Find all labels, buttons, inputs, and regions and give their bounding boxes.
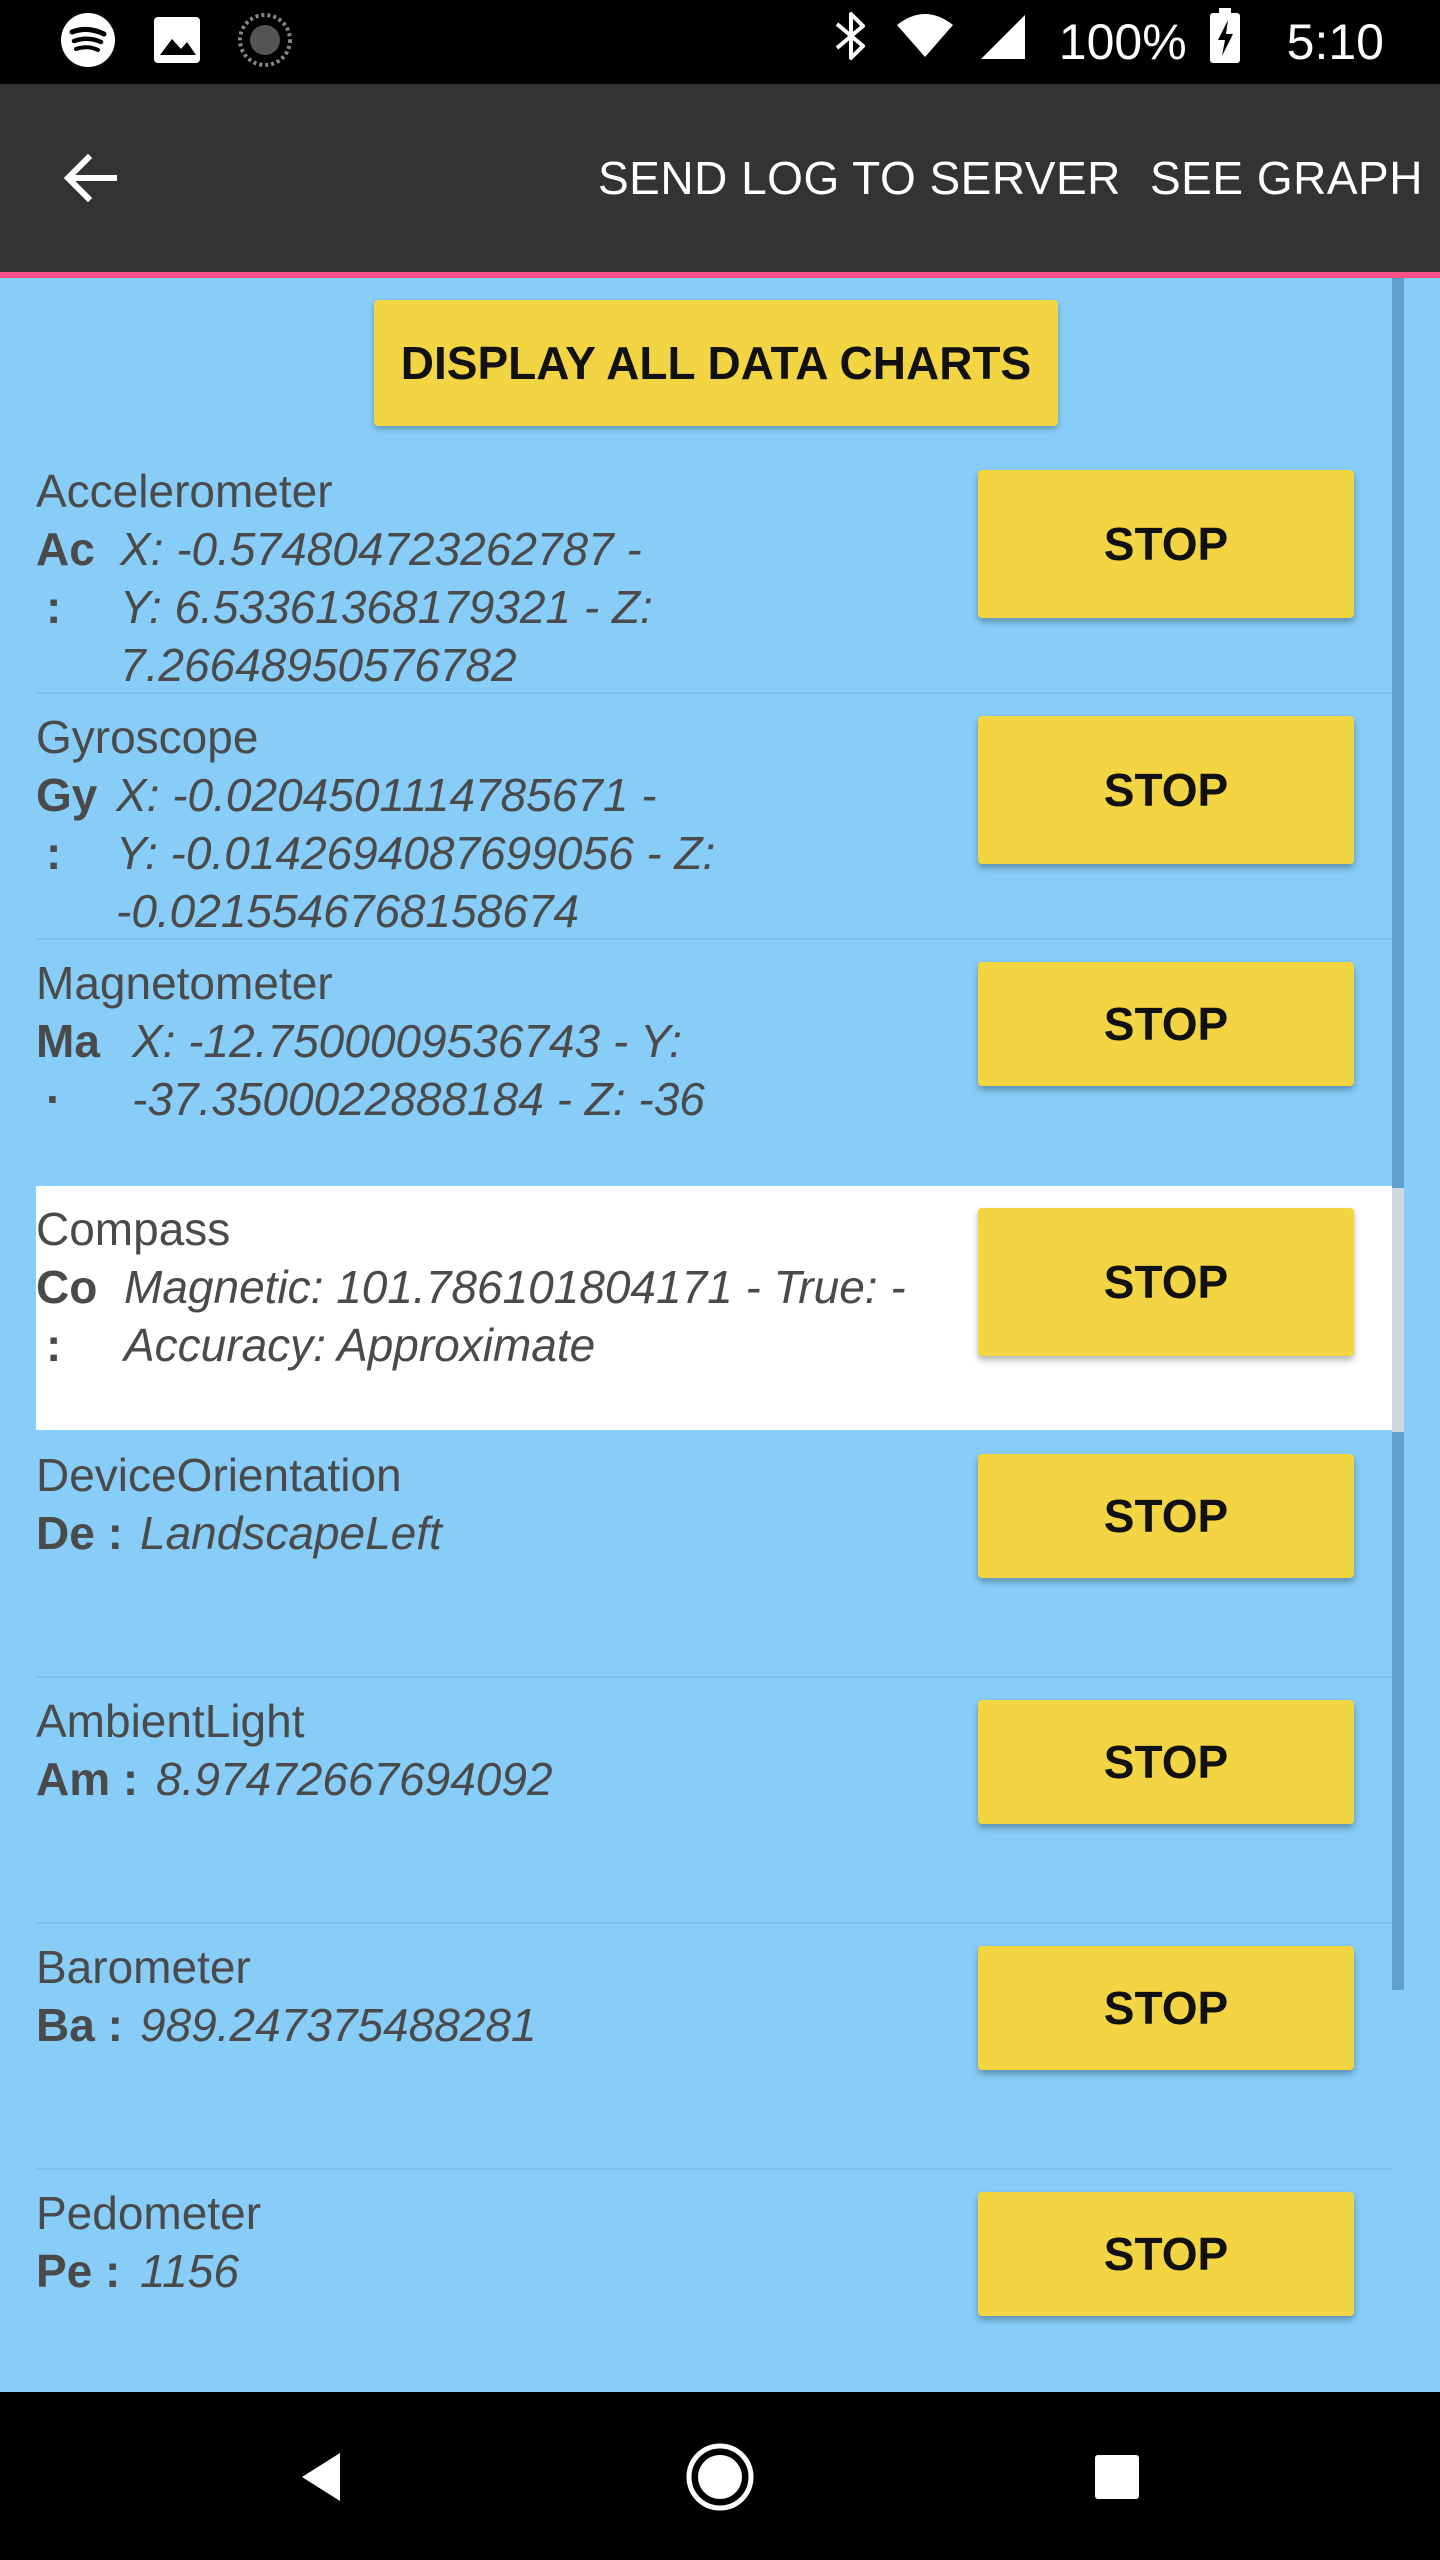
- status-bar: 100% 5:10: [0, 0, 1440, 84]
- system-status: 100% 5:10: [829, 8, 1384, 73]
- arrow-back-icon: [63, 153, 117, 203]
- sensor-name: AmbientLight: [36, 1695, 305, 1747]
- sensor-abbr: Ma ·: [36, 1015, 100, 1125]
- sensor-name: Compass: [36, 1203, 231, 1255]
- spotify-icon: [60, 12, 116, 73]
- system-nav-bar: [0, 2392, 1440, 2560]
- sensor-value: X: -0.0204501114785671 - Y: -0.014269408…: [116, 769, 716, 937]
- sensor-abbr: Ba :: [36, 1999, 123, 2051]
- sensor-abbr: Co :: [36, 1261, 98, 1371]
- sensor-abbr: Pe :: [36, 2245, 121, 2297]
- signal-icon: [977, 11, 1027, 73]
- sensor-value: X: -12.7500009536743 - Y: -37.3500022888…: [132, 1015, 705, 1125]
- notification-icons: [60, 12, 292, 73]
- stop-button-barometer[interactable]: STOP: [978, 1946, 1354, 2070]
- wifi-icon: [895, 11, 955, 73]
- nav-recents-button[interactable]: [1072, 2432, 1162, 2522]
- scrollbar-thumb[interactable]: [1392, 1188, 1404, 1432]
- sensor-abbr: Gy :: [36, 769, 98, 879]
- back-button[interactable]: [56, 144, 124, 212]
- stop-button-gyroscope[interactable]: STOP: [978, 716, 1354, 864]
- nav-home-icon: [686, 2443, 754, 2511]
- sensor-value: 8.97472667694092: [156, 1753, 553, 1805]
- bluetooth-icon: [829, 8, 873, 76]
- loading-icon: [238, 12, 292, 72]
- battery-charging-icon: [1209, 8, 1241, 76]
- sensor-name: Gyroscope: [36, 711, 259, 763]
- display-all-charts-button[interactable]: DISPLAY ALL DATA CHARTS: [374, 300, 1058, 426]
- sensor-value: LandscapeLeft: [140, 1507, 442, 1559]
- sensor-value: Magnetic: 101.786101804171 - True: - Acc…: [124, 1261, 906, 1371]
- sensor-value: 1156: [140, 2245, 239, 2297]
- sensor-abbr: De :: [36, 1507, 123, 1559]
- sensor-name: Barometer: [36, 1941, 251, 1993]
- sensor-name: Accelerometer: [36, 465, 333, 517]
- stop-button-pedometer[interactable]: STOP: [978, 2192, 1354, 2316]
- sensor-name: Magnetometer: [36, 957, 333, 1009]
- sensor-name: Pedometer: [36, 2187, 262, 2239]
- sensor-name: DeviceOrientation: [36, 1449, 402, 1501]
- sensor-value: 989.247375488281: [140, 1999, 537, 2051]
- app-toolbar: SEND LOG TO SERVER SEE GRAPH: [0, 84, 1440, 272]
- see-graph-button[interactable]: SEE GRAPH: [1150, 154, 1423, 202]
- stop-button-ambient-light[interactable]: STOP: [978, 1700, 1354, 1824]
- scrollbar-track[interactable]: [1392, 278, 1404, 1990]
- image-icon: [152, 15, 202, 70]
- send-log-button[interactable]: SEND LOG TO SERVER: [598, 154, 1121, 202]
- nav-home-button[interactable]: [675, 2432, 765, 2522]
- sensor-abbr: Ac :: [36, 523, 95, 633]
- nav-recents-icon: [1095, 2455, 1139, 2499]
- nav-back-button[interactable]: [276, 2432, 366, 2522]
- stop-button-accelerometer[interactable]: STOP: [978, 470, 1354, 618]
- screen: 100% 5:10 SEND LOG TO SERVER SEE GRAPH D…: [0, 0, 1440, 2560]
- sensor-value: X: -0.574804723262787 - Y: 6.53361368179…: [120, 523, 653, 691]
- battery-percent: 100%: [1058, 14, 1187, 70]
- clock: 5:10: [1286, 14, 1384, 70]
- stop-button-device-orientation[interactable]: STOP: [978, 1454, 1354, 1578]
- nav-back-icon: [302, 2453, 340, 2501]
- stop-button-compass[interactable]: STOP: [978, 1208, 1354, 1356]
- sensor-abbr: Am :: [36, 1753, 139, 1805]
- stop-button-magnetometer[interactable]: STOP: [978, 962, 1354, 1086]
